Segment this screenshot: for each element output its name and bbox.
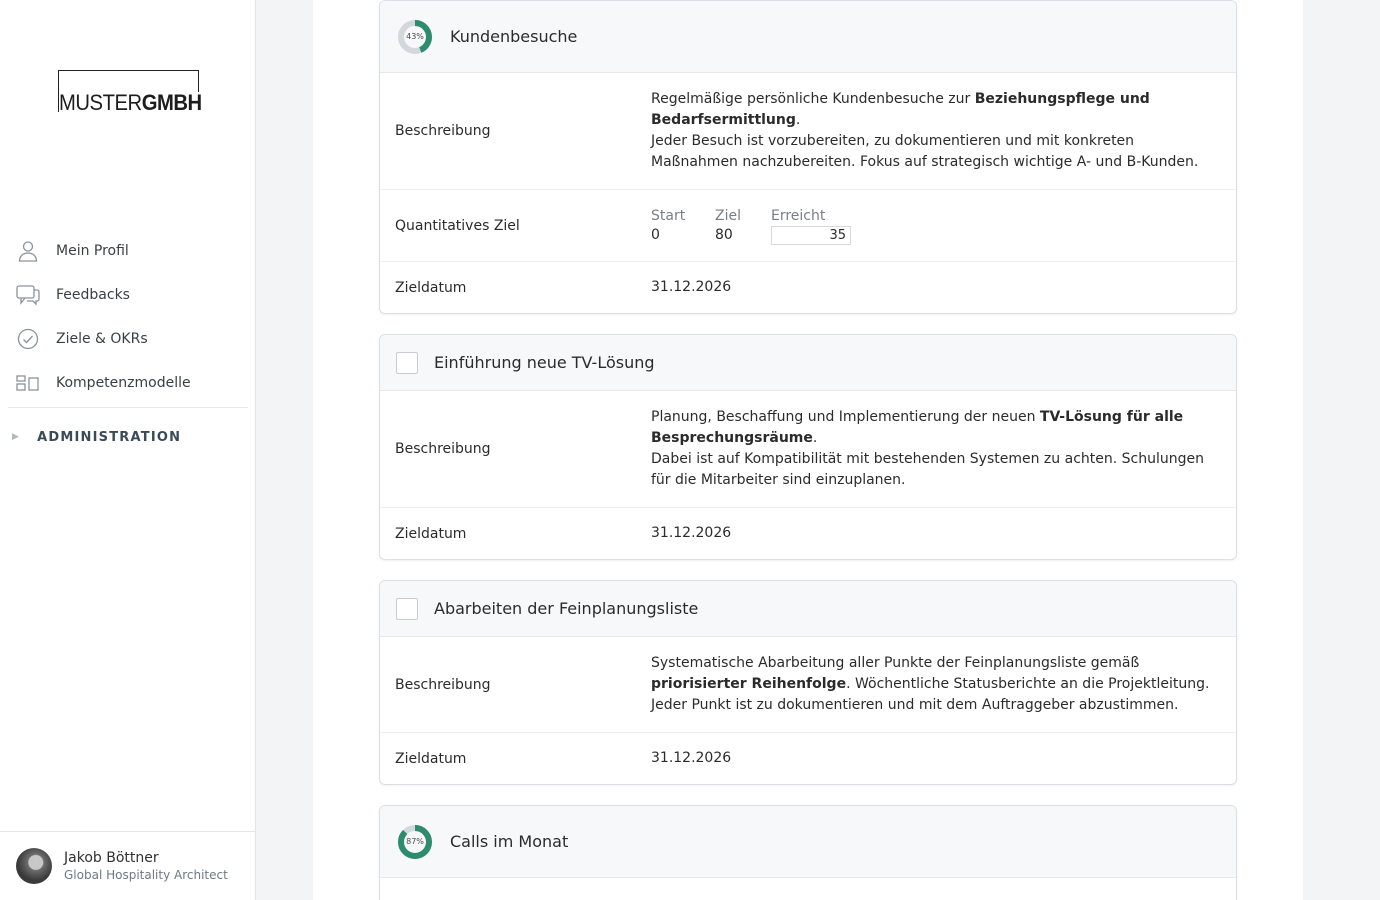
sidebar-item-label: Mein Profil: [56, 243, 129, 259]
goals-content: 43% Kundenbesuche Beschreibung Regelmäßi…: [313, 0, 1303, 900]
user-name: Jakob Böttner: [64, 850, 159, 866]
company-logo[interactable]: MUSTERGMBH: [58, 70, 206, 114]
description-label: Beschreibung: [395, 123, 491, 139]
description-label: Beschreibung: [395, 441, 491, 457]
chat-icon: [16, 283, 40, 307]
progress-donut: 43%: [396, 18, 434, 56]
description-row: Beschreibung Planung, Beschaffung und Im…: [380, 391, 1236, 508]
sidebar-item-profile[interactable]: Mein Profil: [8, 229, 248, 273]
goal-title: Einführung neue TV-Lösung: [434, 353, 655, 372]
sidebar-item-label: Ziele & OKRs: [56, 331, 148, 347]
target-date-label: Zieldatum: [395, 525, 467, 542]
target-date-value: 31.12.2026: [651, 750, 732, 766]
goal-card-header[interactable]: Abarbeiten der Feinplanungsliste: [380, 581, 1236, 637]
user-info: Jakob Böttner Global Hospitality Archite…: [64, 849, 228, 883]
target-date-value: 31.12.2026: [651, 525, 732, 541]
description-row: Beschreibung Regelmäßige persönliche Kun…: [380, 73, 1236, 190]
goal-card-header[interactable]: Einführung neue TV-Lösung: [380, 335, 1236, 391]
achieved-input[interactable]: 35: [771, 225, 851, 245]
target-date-row: Zieldatum 31.12.2026: [380, 262, 1236, 313]
sidebar-item-goals[interactable]: Ziele & OKRs: [8, 317, 248, 361]
target-date-label: Zieldatum: [395, 750, 467, 767]
sidebar-item-competencies[interactable]: Kompetenzmodelle: [8, 361, 248, 405]
model-icon: [16, 371, 40, 395]
start-label: Start: [651, 207, 686, 224]
progress-label: 43%: [406, 32, 424, 41]
target-label: Ziel: [715, 207, 741, 224]
target-date-label: Zieldatum: [395, 279, 467, 296]
start-value: 0: [651, 226, 660, 243]
description-text: Systematische Abarbeitung aller Punkte d…: [651, 655, 1210, 713]
logo-text: MUSTERGMBH: [59, 92, 206, 114]
goal-card: Einführung neue TV-Lösung Beschreibung P…: [379, 334, 1237, 560]
check-circle-icon: [16, 327, 40, 351]
target-date-value: 31.12.2026: [651, 279, 732, 295]
avatar: [16, 848, 52, 884]
goal-title: Abarbeiten der Feinplanungsliste: [434, 599, 699, 618]
user-profile[interactable]: Jakob Böttner Global Hospitality Archite…: [0, 831, 255, 900]
sidebar-item-feedbacks[interactable]: Feedbacks: [8, 273, 248, 317]
description-text: Planung, Beschaffung und Implementierung…: [651, 409, 1204, 488]
goal-card: 43% Kundenbesuche Beschreibung Regelmäßi…: [379, 0, 1237, 314]
user-icon: [16, 239, 40, 263]
goal-title: Calls im Monat: [450, 832, 569, 851]
quantitative-values: Start 0 Ziel 80 Erreicht 35: [651, 207, 1221, 245]
description-text: Regelmäßige persönliche Kundenbesuche zu…: [651, 91, 1199, 170]
goal-card: 87% Calls im Monat: [379, 805, 1237, 900]
achieved-label: Erreicht: [771, 207, 826, 224]
quantitative-row: Quantitatives Ziel Start 0 Ziel 80 Errei…: [380, 190, 1236, 262]
triangle-right-icon: ▶: [12, 432, 21, 442]
goal-card: Abarbeiten der Feinplanungsliste Beschre…: [379, 580, 1237, 785]
target-value: 80: [715, 226, 733, 243]
goal-checkbox[interactable]: [396, 597, 418, 620]
achieved-column: Erreicht 35: [771, 207, 851, 245]
sidebar-item-label: Feedbacks: [56, 287, 130, 303]
user-role: Global Hospitality Architect: [64, 868, 228, 882]
sidebar: MUSTERGMBH Mein Profil Feedbacks Ziele &…: [0, 0, 256, 900]
progress-label: 87%: [406, 837, 424, 846]
sidebar-item-label: Kompetenzmodelle: [56, 375, 191, 391]
goal-checkbox[interactable]: [396, 351, 418, 374]
goal-card-header[interactable]: 87% Calls im Monat: [380, 806, 1236, 878]
target-column: Ziel 80: [715, 207, 751, 245]
main-nav: Mein Profil Feedbacks Ziele & OKRs Kompe…: [8, 229, 248, 466]
description-row: Beschreibung Systematische Abarbeitung a…: [380, 637, 1236, 733]
description-label: Beschreibung: [395, 676, 491, 693]
goal-card-header[interactable]: 43% Kundenbesuche: [380, 1, 1236, 73]
sidebar-item-administration[interactable]: ▶ ADMINISTRATION: [8, 408, 248, 466]
target-date-row: Zieldatum 31.12.2026: [380, 733, 1236, 784]
goal-title: Kundenbesuche: [450, 27, 578, 46]
target-date-row: Zieldatum 31.12.2026: [380, 508, 1236, 559]
start-column: Start 0: [651, 207, 695, 245]
quantitative-label: Quantitatives Ziel: [395, 217, 520, 234]
admin-label: ADMINISTRATION: [37, 429, 182, 445]
progress-donut: 87%: [396, 823, 434, 861]
